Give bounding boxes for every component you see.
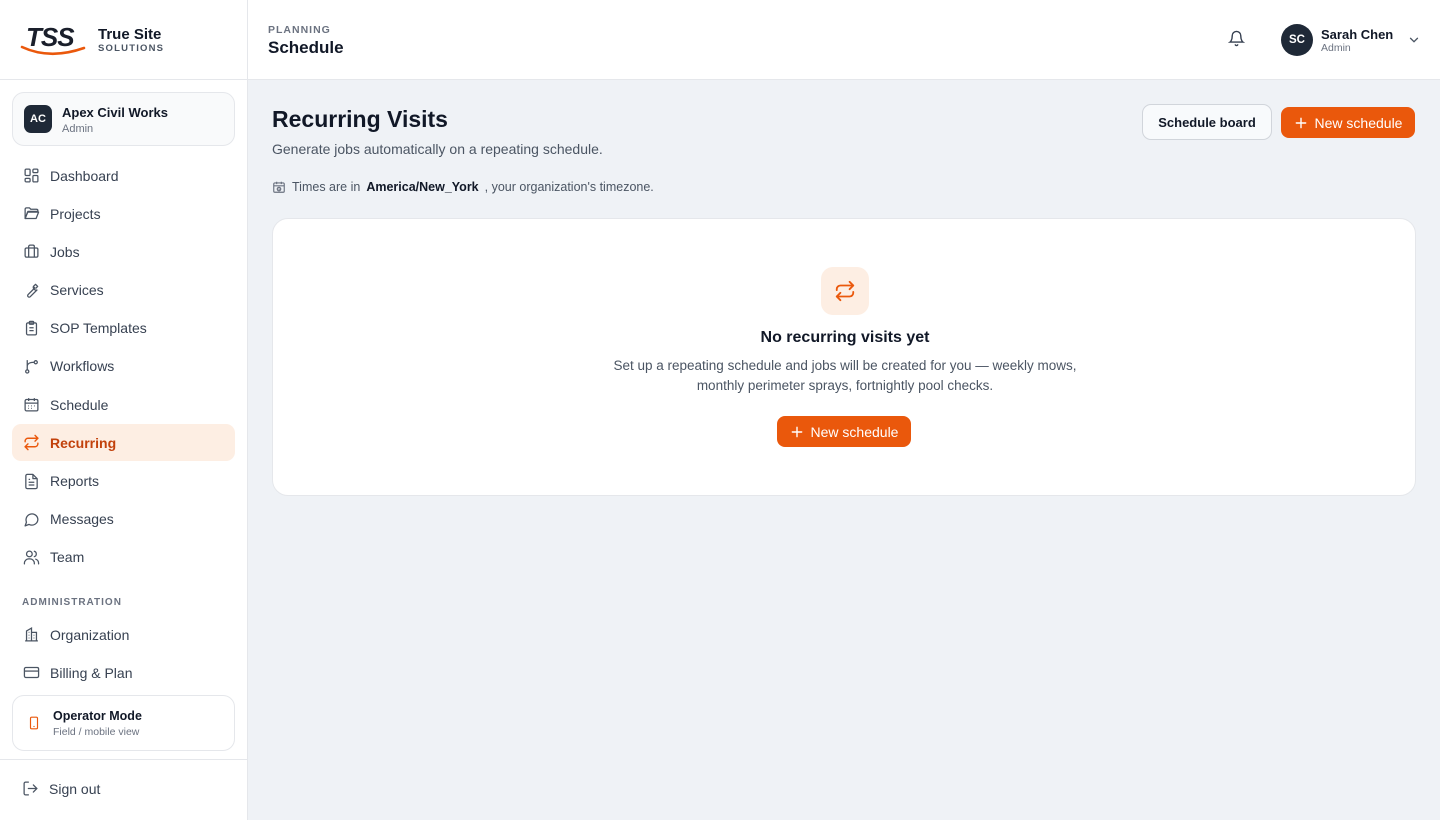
- empty-state-description: Set up a repeating schedule and jobs wil…: [613, 358, 1077, 393]
- org-avatar: AC: [24, 105, 52, 133]
- sidebar-item-organization[interactable]: Organization: [12, 616, 235, 653]
- notifications-button[interactable]: [1228, 30, 1245, 47]
- document-icon: [22, 472, 40, 490]
- timezone-suffix: , your organization's timezone.: [484, 180, 654, 194]
- sidebar-item-label: Team: [50, 549, 85, 566]
- users-icon: [22, 548, 40, 566]
- user-menu[interactable]: SC Sarah Chen Admin: [1281, 24, 1421, 56]
- sidebar-item-sop-templates[interactable]: SOP Templates: [12, 310, 235, 347]
- building-icon: [22, 626, 40, 644]
- workflow-icon: [22, 357, 40, 375]
- sidebar-item-team[interactable]: Team: [12, 539, 235, 576]
- top-header: PLANNING Schedule SC Sarah Chen Admin: [248, 0, 1440, 80]
- admin-section-label: ADMINISTRATION: [22, 597, 122, 608]
- sidebar-item-label: SOP Templates: [50, 320, 147, 337]
- operator-mode-title: Operator Mode: [53, 708, 142, 723]
- plus-icon: [1294, 116, 1308, 130]
- folder-icon: [22, 205, 40, 223]
- admin-nav: Organization Billing & Plan: [12, 616, 235, 692]
- empty-state-new-schedule-button[interactable]: New schedule: [777, 416, 911, 447]
- breadcrumb: PLANNING: [268, 24, 331, 36]
- org-role: Admin: [62, 122, 94, 135]
- repeat-icon: [22, 434, 40, 452]
- empty-state-title: No recurring visits yet: [760, 329, 930, 346]
- sidebar-item-projects[interactable]: Projects: [12, 195, 235, 232]
- new-schedule-label: New schedule: [1314, 114, 1403, 131]
- sidebar-item-label: Workflows: [50, 358, 115, 375]
- empty-state-button-label: New schedule: [810, 423, 899, 440]
- sidebar-item-label: Organization: [50, 626, 130, 643]
- sidebar-item-workflows[interactable]: Workflows: [12, 348, 235, 385]
- credit-card-icon: [22, 664, 40, 682]
- sidebar-item-label: Schedule: [50, 396, 109, 413]
- sidebar-item-messages[interactable]: Messages: [12, 501, 235, 538]
- sidebar-item-label: Billing & Plan: [50, 664, 133, 681]
- new-schedule-button[interactable]: New schedule: [1281, 107, 1415, 138]
- phone-icon: [27, 714, 41, 732]
- sidebar-item-label: Services: [50, 282, 104, 299]
- sidebar-item-label: Projects: [50, 205, 101, 222]
- chevron-down-icon: [1407, 33, 1421, 47]
- briefcase-icon: [22, 243, 40, 261]
- sidebar-item-label: Dashboard: [50, 167, 119, 184]
- org-name: Apex Civil Works: [62, 104, 168, 120]
- calendar-icon: [22, 396, 40, 414]
- dashboard-icon: [22, 167, 40, 185]
- sidebar-item-dashboard[interactable]: Dashboard: [12, 157, 235, 194]
- plus-icon: [790, 425, 804, 439]
- sidebar: TSS True Site SOLUTIONS AC Apex Civil Wo…: [0, 0, 248, 820]
- clipboard-icon: [22, 319, 40, 337]
- calendar-clock-icon: [272, 180, 286, 194]
- org-switcher[interactable]: AC Apex Civil Works Admin: [12, 92, 235, 146]
- chat-icon: [22, 510, 40, 528]
- brand-title: True Site: [98, 25, 162, 43]
- sidebar-item-label: Jobs: [50, 243, 80, 260]
- timezone-prefix: Times are in: [292, 180, 361, 194]
- operator-mode-subtitle: Field / mobile view: [53, 725, 140, 738]
- sign-out-button[interactable]: Sign out: [22, 780, 100, 797]
- schedule-board-button[interactable]: Schedule board: [1142, 104, 1272, 140]
- sidebar-item-reports[interactable]: Reports: [12, 463, 235, 500]
- repeat-icon: [821, 267, 869, 315]
- sidebar-item-label: Recurring: [50, 434, 117, 451]
- page-title: Recurring Visits: [272, 106, 448, 132]
- sidebar-footer: Sign out: [0, 759, 247, 820]
- brand-subtitle: SOLUTIONS: [98, 42, 165, 54]
- timezone-note: Times are in America/New_York , your org…: [272, 180, 654, 194]
- sidebar-item-jobs[interactable]: Jobs: [12, 233, 235, 270]
- sidebar-item-recurring[interactable]: Recurring: [12, 424, 235, 462]
- user-role: Admin: [1321, 41, 1351, 54]
- sidebar-item-billing[interactable]: Billing & Plan: [12, 654, 235, 691]
- bell-icon: [1228, 30, 1245, 47]
- sidebar-item-schedule[interactable]: Schedule: [12, 386, 235, 423]
- sidebar-item-services[interactable]: Services: [12, 272, 235, 309]
- sidebar-item-label: Messages: [50, 511, 114, 528]
- sidebar-item-label: Reports: [50, 473, 100, 489]
- page-subtitle: Generate jobs automatically on a repeati…: [272, 141, 603, 157]
- operator-mode-button[interactable]: Operator Mode Field / mobile view: [12, 695, 235, 751]
- main-nav: Dashboard Projects Jobs Services SOP Tem…: [12, 157, 235, 577]
- header-title: Schedule: [268, 38, 344, 57]
- sign-out-icon: [22, 780, 39, 797]
- brand-logo[interactable]: TSS True Site SOLUTIONS: [0, 0, 247, 80]
- user-name: Sarah Chen: [1321, 26, 1394, 42]
- timezone-name: America/New_York: [366, 180, 479, 194]
- tss-logo-mark: TSS: [20, 22, 88, 58]
- sign-out-label: Sign out: [49, 780, 101, 797]
- empty-state-card: No recurring visits yet Set up a repeati…: [272, 218, 1416, 496]
- avatar: SC: [1281, 24, 1313, 56]
- wrench-icon: [22, 281, 40, 299]
